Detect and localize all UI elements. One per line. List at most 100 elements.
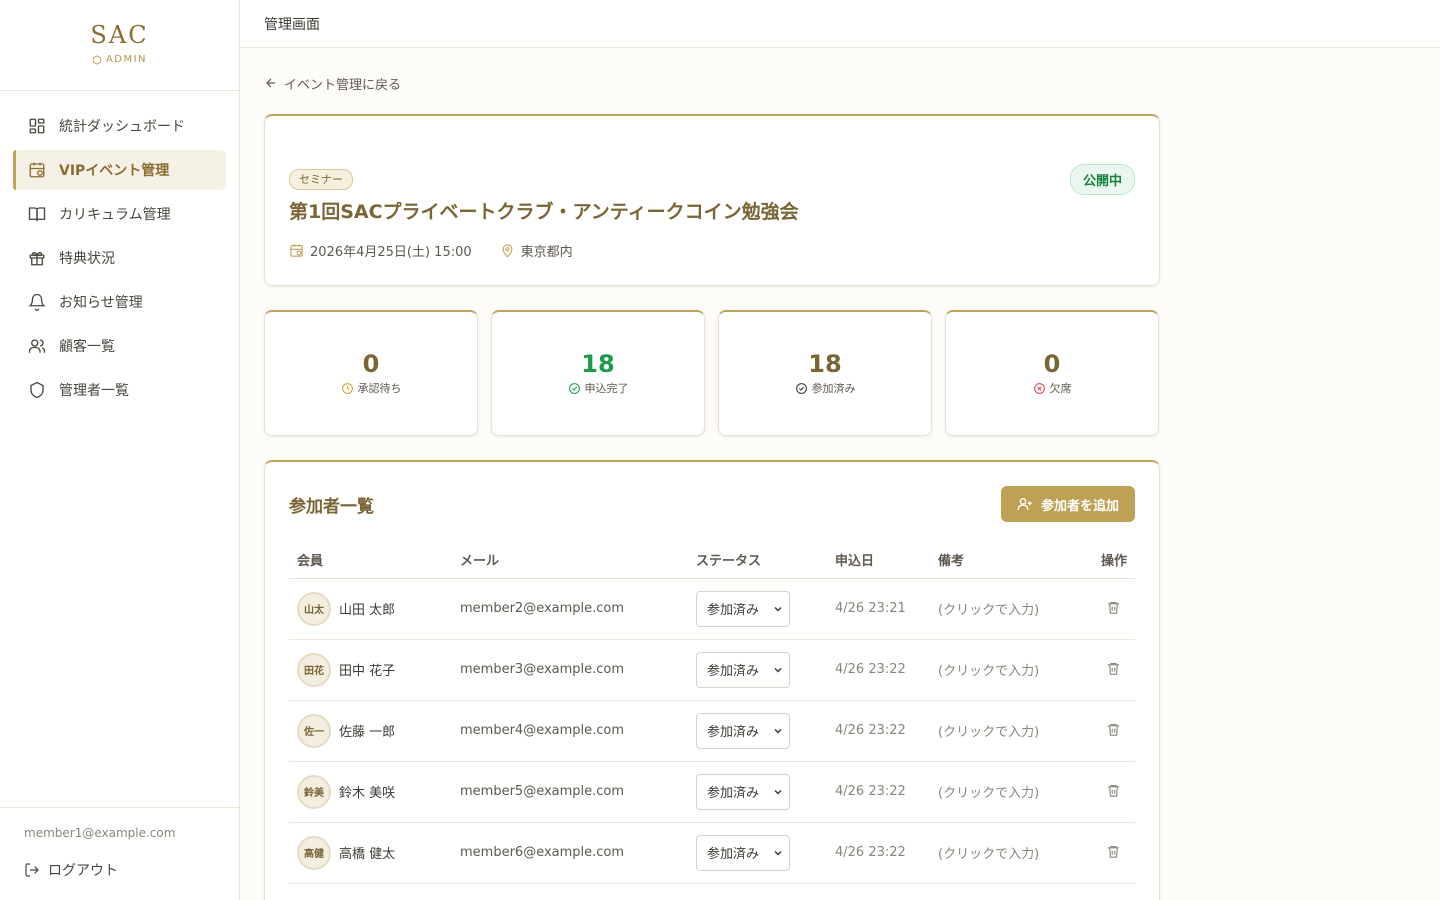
stat-card-absent: 0 欠席 xyxy=(945,310,1159,436)
member-email: member3@example.com xyxy=(460,662,625,677)
users-icon xyxy=(27,336,47,356)
note-field[interactable]: (クリックで入力) xyxy=(938,664,1039,679)
status-select-value: 参加済み xyxy=(707,786,760,801)
actions-cell xyxy=(1075,700,1135,762)
event-datetime: 2026年4月25日(土) 15:00 xyxy=(310,245,472,260)
member: 佐一 佐藤 一郎 xyxy=(297,713,444,748)
note-field[interactable]: (クリックで入力) xyxy=(938,847,1039,862)
trash-icon xyxy=(1107,663,1119,675)
status-select[interactable]: 参加済み xyxy=(696,651,790,688)
member: 鈴美 鈴木 美咲 xyxy=(297,774,444,809)
delete-button[interactable] xyxy=(1103,781,1123,801)
note-cell: (クリックで入力) xyxy=(930,578,1075,640)
status-select[interactable]: 参加済み xyxy=(696,712,790,749)
check-circle-icon xyxy=(568,382,580,394)
email-cell: member2@example.com xyxy=(452,578,688,640)
stat-label: 承認待ち xyxy=(265,380,477,396)
avatar: 高健 xyxy=(297,835,331,870)
email-cell: member6@example.com xyxy=(452,822,688,884)
status-select[interactable]: 参加済み xyxy=(696,773,790,810)
application-date: 4/26 23:21 xyxy=(835,601,906,616)
add-participant-button[interactable]: 参加者を追加 xyxy=(1000,486,1135,522)
member-name: 高橋 健太 xyxy=(339,847,396,862)
event-category-tag: セミナー xyxy=(289,169,353,190)
stat-label-text: 欠席 xyxy=(1049,382,1072,395)
application-date: 4/26 23:22 xyxy=(835,784,906,799)
column-header-member: 会員 xyxy=(289,542,452,579)
gift-icon xyxy=(27,248,47,268)
status-cell: 参加済み xyxy=(688,822,827,884)
calendar-icon xyxy=(27,160,47,180)
sidebar-item-customers[interactable]: 顧客一覧 xyxy=(13,326,226,366)
hexagon-icon xyxy=(92,54,102,65)
participants-card: 参加者一覧 参加者を追加 会員 メール ステータス 申込日 備考 操作 山太 山田… xyxy=(264,460,1160,900)
note-field[interactable]: (クリックで入力) xyxy=(938,725,1039,740)
member-cell: 田花 田中 花子 xyxy=(289,639,452,701)
status-select-value: 参加済み xyxy=(707,725,760,740)
status-select[interactable]: 参加済み xyxy=(696,590,790,627)
status-select-value: 参加済み xyxy=(707,664,760,679)
delete-button[interactable] xyxy=(1103,598,1123,618)
table-header-row: 会員 メール ステータス 申込日 備考 操作 xyxy=(289,542,1135,579)
stat-card-attended: 18 参加済み xyxy=(718,310,932,436)
stat-value: 18 xyxy=(581,350,615,378)
back-to-events-link[interactable]: イベント管理に戻る xyxy=(264,74,1160,93)
delete-button[interactable] xyxy=(1103,659,1123,679)
chevron-down-icon xyxy=(767,847,789,859)
participants-table: 会員 メール ステータス 申込日 備考 操作 山太 山田 太郎 member2@ex… xyxy=(289,542,1135,884)
shield-icon xyxy=(27,380,47,400)
trash-icon xyxy=(1107,846,1119,858)
trash-icon xyxy=(1107,602,1119,614)
user-email: member1@example.com xyxy=(24,826,176,840)
sidebar-item-vip-events[interactable]: VIPイベント管理 xyxy=(13,150,226,190)
sidebar: SAC ADMIN 統計ダッシュボード VIPイベント管理 カリキュラム管理 特… xyxy=(0,0,240,900)
sidebar-item-label: 統計ダッシュボード xyxy=(59,119,185,135)
sidebar-item-admins[interactable]: 管理者一覧 xyxy=(13,370,226,410)
avatar: 佐一 xyxy=(297,713,331,748)
sidebar-item-notices[interactable]: お知らせ管理 xyxy=(13,282,226,322)
status-select[interactable]: 参加済み xyxy=(696,834,790,871)
stat-label: 欠席 xyxy=(946,380,1158,396)
delete-button[interactable] xyxy=(1103,720,1123,740)
logout-icon xyxy=(25,863,39,877)
member-cell: 鈴美 鈴木 美咲 xyxy=(289,761,452,823)
application-date: 4/26 23:22 xyxy=(835,723,906,738)
delete-button[interactable] xyxy=(1103,842,1123,862)
member-cell: 山太 山田 太郎 xyxy=(289,578,452,640)
main-content: イベント管理に戻る セミナー 公開中 第1回SACプライベートクラブ・アンティー… xyxy=(264,48,1160,900)
note-cell: (クリックで入力) xyxy=(930,639,1075,701)
member-email: member2@example.com xyxy=(460,601,625,616)
note-cell: (クリックで入力) xyxy=(930,761,1075,823)
column-header-date: 申込日 xyxy=(827,542,930,579)
stats-row: 0 承認待ち 18 申込完了 18 参加済み 0 欠席 xyxy=(264,310,1160,436)
stat-label: 申込完了 xyxy=(492,380,704,396)
note-field[interactable]: (クリックで入力) xyxy=(938,603,1039,618)
event-status-badge: 公開中 xyxy=(1069,164,1135,195)
user-plus-icon xyxy=(1017,498,1032,510)
page-title: 管理画面 xyxy=(264,16,320,33)
status-cell: 参加済み xyxy=(688,700,827,762)
application-date: 4/26 23:22 xyxy=(835,662,906,677)
status-select-value: 参加済み xyxy=(707,847,760,862)
member-name: 山田 太郎 xyxy=(339,603,396,618)
note-field[interactable]: (クリックで入力) xyxy=(938,786,1039,801)
actions-cell xyxy=(1075,761,1135,823)
sidebar-item-label: お知らせ管理 xyxy=(59,295,143,311)
stat-value: 18 xyxy=(808,350,842,378)
date-cell: 4/26 23:22 xyxy=(827,639,930,701)
bell-icon xyxy=(27,292,47,312)
sidebar-item-dashboard[interactable]: 統計ダッシュボード xyxy=(13,106,226,146)
actions-cell xyxy=(1075,578,1135,640)
sidebar-item-curriculum[interactable]: カリキュラム管理 xyxy=(13,194,226,234)
member-cell: 佐一 佐藤 一郎 xyxy=(289,700,452,762)
chevron-down-icon xyxy=(767,664,789,676)
date-cell: 4/26 23:21 xyxy=(827,578,930,640)
table-row: 鈴美 鈴木 美咲 member5@example.com 参加済み 4/26 23:22… xyxy=(289,761,1135,823)
sidebar-item-label: 顧客一覧 xyxy=(59,339,115,355)
sidebar-item-benefits[interactable]: 特典状況 xyxy=(13,238,226,278)
logout-label: ログアウト xyxy=(48,863,118,879)
stat-label: 参加済み xyxy=(719,380,931,396)
logout-button[interactable]: ログアウト xyxy=(24,860,239,880)
trash-icon xyxy=(1107,724,1119,736)
avatar: 山太 xyxy=(297,591,331,626)
